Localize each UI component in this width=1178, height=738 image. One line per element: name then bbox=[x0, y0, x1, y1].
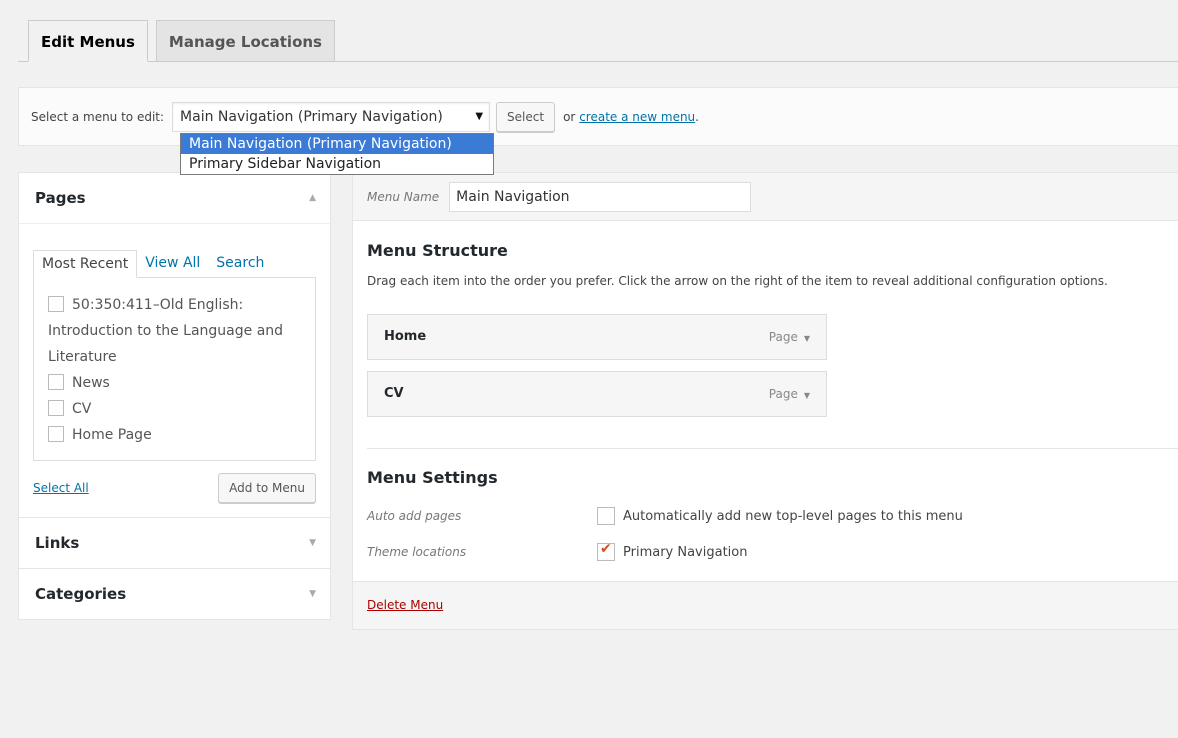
pages-subtabs: Most Recent View All Search bbox=[33, 250, 316, 278]
auto-add-pages-text: Automatically add new top-level pages to… bbox=[623, 508, 963, 524]
section-divider bbox=[367, 448, 1178, 449]
caret-down-icon: ▼ bbox=[475, 110, 484, 122]
menu-item-type[interactable]: Page ▼ bbox=[769, 315, 810, 361]
page-checkbox[interactable] bbox=[48, 400, 64, 416]
menu-item-cv[interactable]: CV Page ▼ bbox=[367, 371, 827, 417]
menu-edit-panel: Menu Name Main Navigation Menu Structure… bbox=[352, 172, 1178, 630]
triangle-down-icon: ▼ bbox=[803, 391, 810, 400]
select-button[interactable]: Select bbox=[496, 101, 556, 132]
triangle-down-icon: ▼ bbox=[309, 538, 316, 548]
primary-navigation-checkbox[interactable] bbox=[597, 541, 615, 561]
menu-item-home[interactable]: Home Page ▼ bbox=[367, 314, 827, 360]
triangle-up-icon: ▲ bbox=[309, 193, 316, 203]
dropdown-option-primary-sidebar[interactable]: Primary Sidebar Navigation bbox=[181, 154, 493, 174]
pages-section-header[interactable]: Pages ▲ bbox=[19, 173, 330, 223]
categories-section-header[interactable]: Categories ▼ bbox=[19, 569, 330, 619]
menu-footer: Delete Menu bbox=[353, 581, 1178, 629]
primary-navigation-text: Primary Navigation bbox=[623, 544, 748, 560]
menu-item-type[interactable]: Page ▼ bbox=[769, 372, 810, 418]
triangle-down-icon: ▼ bbox=[803, 334, 810, 343]
add-menu-items-panel: Pages ▲ Most Recent View All Search 50:3… bbox=[18, 172, 331, 620]
pages-section-title: Pages bbox=[35, 189, 86, 207]
menu-select-dropdown: Main Navigation (Primary Navigation) Pri… bbox=[180, 133, 494, 175]
delete-menu-link[interactable]: Delete Menu bbox=[367, 598, 443, 612]
tab-edit-menus[interactable]: Edit Menus bbox=[28, 20, 148, 62]
theme-locations-label: Theme locations bbox=[367, 545, 467, 559]
menu-name-input[interactable]: Main Navigation bbox=[449, 181, 752, 212]
auto-add-pages-checkbox[interactable] bbox=[597, 507, 615, 525]
list-item: News bbox=[48, 370, 305, 396]
categories-section-title: Categories bbox=[35, 585, 127, 603]
page-label: CV bbox=[72, 401, 92, 417]
menu-instructions: Drag each item into the order you prefer… bbox=[367, 274, 1108, 288]
create-new-menu-link[interactable]: create a new menu bbox=[579, 110, 695, 124]
page-label: 50:350:411–Old English: Introduction to … bbox=[48, 297, 284, 365]
menu-item-title: Home bbox=[384, 329, 427, 344]
page-label: Home Page bbox=[72, 427, 152, 443]
subtab-view-all[interactable]: View All bbox=[137, 250, 208, 278]
list-item: Home Page bbox=[48, 422, 305, 448]
triangle-down-icon: ▼ bbox=[309, 589, 316, 599]
tabs-divider bbox=[18, 61, 1178, 62]
select-menu-label: Select a menu to edit: bbox=[31, 109, 165, 124]
nav-tabs: Edit Menus Manage Locations bbox=[28, 20, 343, 62]
pages-section: Pages ▲ Most Recent View All Search 50:3… bbox=[19, 173, 330, 518]
pages-actions: Select All Add to Menu bbox=[33, 473, 316, 503]
pages-checklist: 50:350:411–Old English: Introduction to … bbox=[33, 277, 316, 461]
tab-manage-locations[interactable]: Manage Locations bbox=[155, 20, 335, 62]
menu-item-title: CV bbox=[384, 386, 404, 401]
theme-locations-row: Theme locations Primary Navigation bbox=[367, 541, 748, 561]
page-checkbox[interactable] bbox=[48, 426, 64, 442]
dropdown-option-main-navigation[interactable]: Main Navigation (Primary Navigation) bbox=[181, 134, 493, 154]
links-section: Links ▼ bbox=[19, 518, 330, 569]
trailing-period: . bbox=[695, 109, 699, 124]
subtab-most-recent[interactable]: Most Recent bbox=[33, 250, 138, 278]
menu-item-type-label: Page bbox=[768, 330, 798, 344]
menu-name-label: Menu Name bbox=[367, 189, 440, 204]
categories-section: Categories ▼ bbox=[19, 569, 330, 619]
list-item: CV bbox=[48, 396, 305, 422]
auto-add-pages-row: Auto add pages Automatically add new top… bbox=[367, 507, 963, 525]
subtab-search[interactable]: Search bbox=[208, 250, 272, 278]
menu-item-type-label: Page bbox=[768, 387, 798, 401]
or-create-text: or create a new menu. bbox=[563, 110, 699, 124]
page-label: News bbox=[72, 375, 110, 391]
auto-add-pages-label: Auto add pages bbox=[367, 509, 462, 523]
links-section-title: Links bbox=[35, 534, 80, 552]
add-to-menu-button[interactable]: Add to Menu bbox=[218, 473, 316, 503]
menu-structure-title: Menu Structure bbox=[367, 241, 508, 260]
page-checkbox[interactable] bbox=[48, 296, 64, 312]
list-item: 50:350:411–Old English: Introduction to … bbox=[48, 292, 305, 370]
menu-select-value: Main Navigation (Primary Navigation) bbox=[180, 108, 443, 125]
menu-header: Menu Name Main Navigation bbox=[353, 173, 1178, 221]
page-checkbox[interactable] bbox=[48, 374, 64, 390]
links-section-header[interactable]: Links ▼ bbox=[19, 518, 330, 568]
pages-section-body: Most Recent View All Search 50:350:411–O… bbox=[19, 223, 330, 517]
menu-select[interactable]: Main Navigation (Primary Navigation) ▼ bbox=[172, 101, 491, 132]
menu-settings-title: Menu Settings bbox=[367, 468, 498, 487]
or-label: or bbox=[563, 109, 576, 124]
select-all-link[interactable]: Select All bbox=[33, 481, 89, 495]
